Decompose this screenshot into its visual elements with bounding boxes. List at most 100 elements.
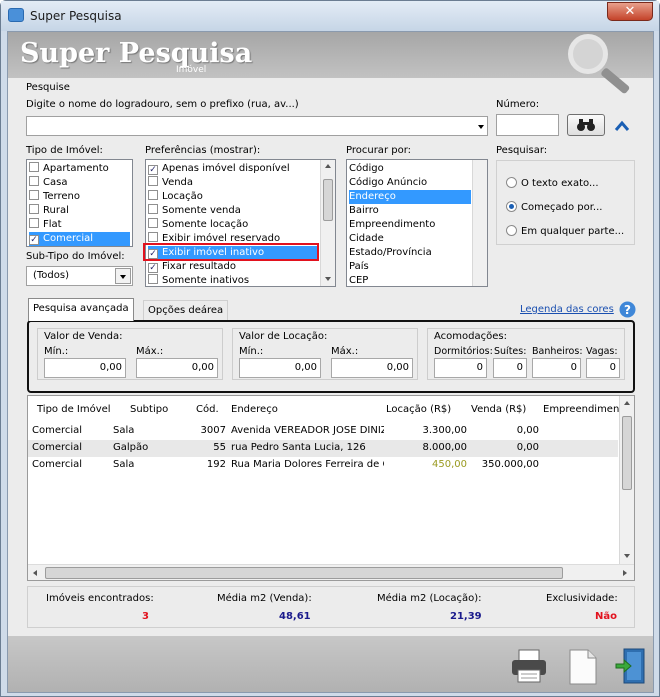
column-header[interactable]: Cód. [196, 404, 219, 415]
list-item[interactable]: Empreendimento [349, 218, 471, 232]
list-item[interactable]: Apartamento [29, 162, 130, 176]
preferencias-list[interactable]: ✓ Apenas imóvel disponível Venda Locação … [145, 159, 336, 287]
document-icon[interactable] [568, 648, 598, 686]
table-row[interactable]: Comercial Sala 3007 Avenida VEREADOR JOS… [28, 423, 618, 440]
chevron-down-icon[interactable] [478, 125, 484, 129]
scroll-thumb[interactable] [45, 567, 563, 579]
checkbox[interactable] [148, 190, 158, 200]
numero-input[interactable] [496, 114, 559, 136]
list-item[interactable]: CEP [349, 274, 471, 286]
venda-max-input[interactable]: 0,00 [136, 358, 218, 378]
exit-door-icon[interactable] [614, 647, 648, 685]
list-item[interactable]: Locação [148, 190, 318, 204]
window: Super Pesquisa ✕ Super Pesquisa Imóvel P… [0, 0, 660, 697]
checkbox[interactable] [29, 162, 39, 172]
scroll-left-icon[interactable] [33, 570, 37, 576]
cell-subtipo: Sala [113, 459, 135, 470]
checkbox-checked[interactable]: ✓ [148, 263, 158, 273]
checkbox[interactable] [148, 204, 158, 214]
scroll-down-icon[interactable] [624, 554, 630, 558]
help-icon[interactable]: ? [619, 301, 636, 318]
scroll-thumb[interactable] [622, 416, 632, 490]
table-row[interactable]: Comercial Galpão 55 rua Pedro Santa Luci… [28, 440, 618, 457]
results-hscroll[interactable] [28, 564, 634, 580]
column-header[interactable]: Empreendimento [543, 404, 629, 415]
list-item[interactable]: Código Anúncio [349, 176, 471, 190]
radio-exato[interactable]: O texto exato... [506, 177, 599, 189]
binoculars-icon [577, 119, 595, 131]
scroll-up-icon[interactable] [325, 164, 331, 168]
radio-button-selected[interactable] [506, 201, 517, 212]
printer-icon[interactable] [510, 648, 548, 684]
tab-pesquisa-avancada[interactable]: Pesquisa avançada [28, 298, 134, 321]
procurar-list[interactable]: Código Código Anúncio Endereço Bairro Em… [346, 159, 488, 287]
checkbox[interactable] [29, 176, 39, 186]
checkbox[interactable] [29, 204, 39, 214]
search-button[interactable] [567, 114, 605, 136]
title-bar[interactable]: Super Pesquisa ✕ [1, 1, 659, 31]
column-header[interactable]: Subtipo [130, 404, 168, 415]
banheiros-input[interactable]: 0 [532, 358, 581, 378]
street-combo[interactable] [26, 116, 488, 136]
list-item[interactable]: Código [349, 162, 471, 176]
list-item[interactable]: Venda [148, 176, 318, 190]
results-vscroll[interactable] [619, 396, 634, 564]
tab-opcoes-area[interactable]: Opções deárea [143, 300, 229, 322]
legenda-link[interactable]: Legenda das cores [520, 304, 614, 315]
list-item[interactable]: Terreno [29, 190, 130, 204]
scroll-down-icon[interactable] [325, 277, 331, 281]
results-grid[interactable]: Tipo de Imóvel Subtipo Cód. Endereço Loc… [27, 395, 635, 581]
list-item[interactable]: Somente venda [148, 204, 318, 218]
venda-min-input[interactable]: 0,00 [44, 358, 126, 378]
scroll-right-icon[interactable] [623, 570, 627, 576]
column-header[interactable]: Locação (R$) [386, 404, 451, 415]
procurar-scrollbar[interactable] [472, 160, 487, 286]
app-icon [8, 8, 24, 22]
cell-locacao: 3.300,00 [422, 425, 467, 436]
list-item[interactable]: Estado/Província [349, 246, 471, 260]
column-header[interactable]: Tipo de Imóvel [37, 404, 111, 415]
list-item[interactable]: ✓ Apenas imóvel disponível [148, 162, 318, 176]
list-item[interactable]: ✓ Fixar resultado [148, 260, 318, 274]
list-item-label: Flat [43, 219, 62, 230]
subtipo-dropdown-button[interactable] [115, 268, 131, 284]
scroll-thumb[interactable] [323, 179, 333, 221]
vagas-input[interactable]: 0 [586, 358, 620, 378]
checkbox[interactable] [29, 190, 39, 200]
radio-qualquer[interactable]: Em qualquer parte... [506, 225, 624, 237]
list-item[interactable]: Cidade [349, 232, 471, 246]
radio-button[interactable] [506, 225, 517, 236]
suites-input[interactable]: 0 [493, 358, 527, 378]
preferencias-scrollbar[interactable] [320, 160, 335, 286]
checkbox[interactable] [148, 274, 158, 284]
table-row[interactable]: Comercial Sala 192 Rua Maria Dolores Fer… [28, 457, 618, 474]
scroll-up-icon[interactable] [624, 401, 630, 405]
column-header[interactable]: Endereço [231, 404, 278, 415]
list-item[interactable]: Casa [29, 176, 130, 190]
subtipo-select[interactable]: (Todos) [26, 266, 133, 286]
radio-comecado[interactable]: Começado por... [506, 201, 602, 213]
checkbox[interactable] [148, 218, 158, 228]
chevron-up-icon[interactable] [614, 120, 630, 132]
list-item[interactable]: Somente inativos [148, 274, 318, 286]
list-item[interactable]: Rural [29, 204, 130, 218]
column-header[interactable]: Venda (R$) [471, 404, 526, 415]
dormitorios-input[interactable]: 0 [434, 358, 487, 378]
list-item[interactable]: Flat [29, 218, 130, 232]
list-item[interactable]: Bairro [349, 204, 471, 218]
close-button[interactable]: ✕ [607, 2, 653, 21]
cell-locacao: 8.000,00 [422, 442, 467, 453]
list-item-selected[interactable]: Endereço [349, 190, 471, 204]
list-item-selected[interactable]: ✓ Comercial [29, 232, 130, 246]
checkbox-checked[interactable]: ✓ [29, 235, 39, 245]
radio-button[interactable] [506, 177, 517, 188]
locacao-min-input[interactable]: 0,00 [239, 358, 321, 378]
locacao-max-input[interactable]: 0,00 [331, 358, 413, 378]
list-item[interactable]: Somente locação [148, 218, 318, 232]
tipo-imovel-list[interactable]: Apartamento Casa Terreno Rural Flat ✓ Com… [26, 159, 133, 247]
checkbox-checked[interactable]: ✓ [148, 165, 158, 175]
checkbox[interactable] [148, 176, 158, 186]
list-item[interactable]: País [349, 260, 471, 274]
checkbox[interactable] [29, 218, 39, 228]
checkbox[interactable] [148, 232, 158, 242]
